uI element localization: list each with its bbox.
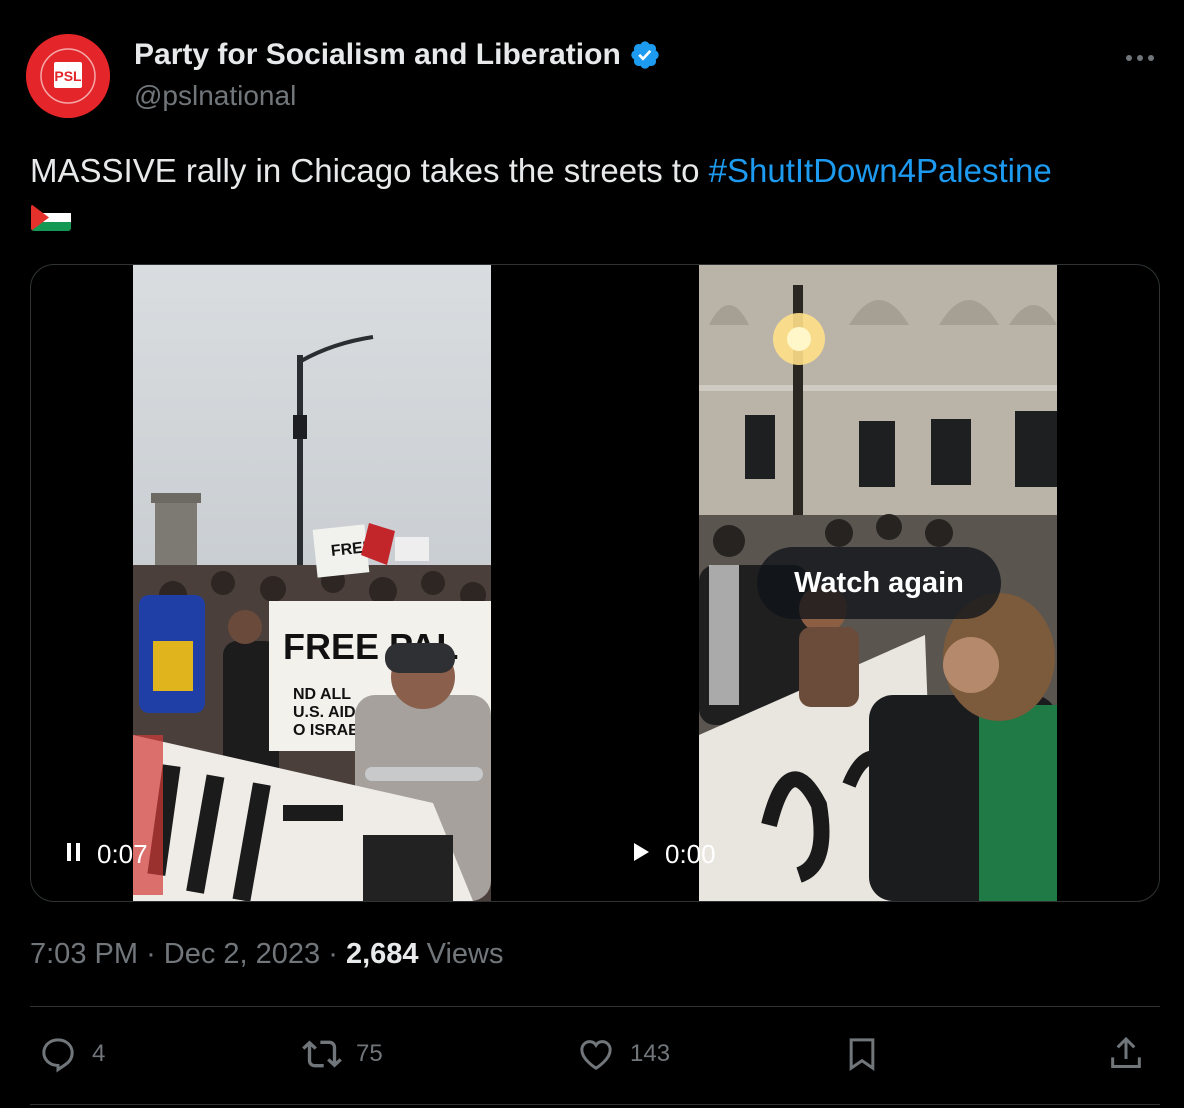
psl-logo: PSL xyxy=(26,34,110,118)
meta-separator: · xyxy=(146,938,156,970)
svg-text:U.S. AID: U.S. AID xyxy=(293,704,356,721)
reply-button[interactable]: 4 xyxy=(38,1034,105,1074)
retweet-count: 75 xyxy=(356,1040,383,1067)
bookmark-icon xyxy=(849,1038,875,1072)
divider xyxy=(30,1006,1160,1007)
like-icon xyxy=(580,1040,612,1070)
pause-icon[interactable] xyxy=(65,839,83,870)
share-button[interactable] xyxy=(1106,1034,1146,1074)
svg-text:ND ALL: ND ALL xyxy=(293,686,351,703)
more-icon[interactable] xyxy=(1122,40,1158,76)
watch-again-button[interactable]: Watch again xyxy=(757,547,1001,619)
video-2-time: 0:00 xyxy=(665,839,716,869)
meta-separator: · xyxy=(328,938,338,970)
views-count: 2,684 xyxy=(345,938,419,970)
logo-text: PSL xyxy=(54,68,82,84)
reply-count: 4 xyxy=(92,1040,106,1067)
divider xyxy=(30,1104,1160,1105)
play-icon[interactable] xyxy=(631,839,651,870)
tweet-body: MASSIVE rally in Chicago takes the stree… xyxy=(30,152,709,189)
tweet-text: MASSIVE rally in Chicago takes the stree… xyxy=(30,147,1150,195)
author-name[interactable]: Party for Socialism and Liberation xyxy=(134,38,661,72)
video-2-controls: 0:00 xyxy=(631,839,716,870)
tweet-date[interactable]: Dec 2, 2023 xyxy=(164,938,320,970)
video-player-1[interactable]: FREE FREE PAL ND ALL U.S. AID O ISRAEL xyxy=(133,265,491,901)
tweet-time[interactable]: 7:03 PM xyxy=(30,938,138,970)
share-icon xyxy=(1111,1036,1141,1068)
media-container: FREE FREE PAL ND ALL U.S. AID O ISRAEL W… xyxy=(30,264,1160,902)
reply-icon xyxy=(42,1038,74,1073)
author-name-text[interactable]: Party for Socialism and Liberation xyxy=(134,38,621,72)
video-1-controls: 0:07 xyxy=(65,839,148,870)
hashtag-link[interactable]: #ShutItDown4Palestine xyxy=(709,152,1052,189)
like-count: 143 xyxy=(630,1040,671,1067)
bookmark-button[interactable] xyxy=(842,1034,882,1074)
author-handle[interactable]: @pslnational xyxy=(134,80,296,112)
tweet-meta: 7:03 PM · Dec 2, 2023 · 2,684 Views xyxy=(30,938,503,971)
retweet-icon xyxy=(302,1040,342,1068)
video-1-time: 0:07 xyxy=(97,839,148,869)
palestine-flag-icon xyxy=(31,204,71,231)
retweet-button[interactable]: 75 xyxy=(302,1034,383,1074)
video-1-frame: FREE FREE PAL ND ALL U.S. AID O ISRAEL xyxy=(133,265,491,901)
action-bar: 4 75 143 xyxy=(0,1030,1184,1082)
like-button[interactable]: 143 xyxy=(576,1034,670,1074)
verified-badge-icon[interactable] xyxy=(629,39,661,71)
avatar[interactable]: PSL xyxy=(26,34,110,118)
views-label: Views xyxy=(426,938,504,970)
